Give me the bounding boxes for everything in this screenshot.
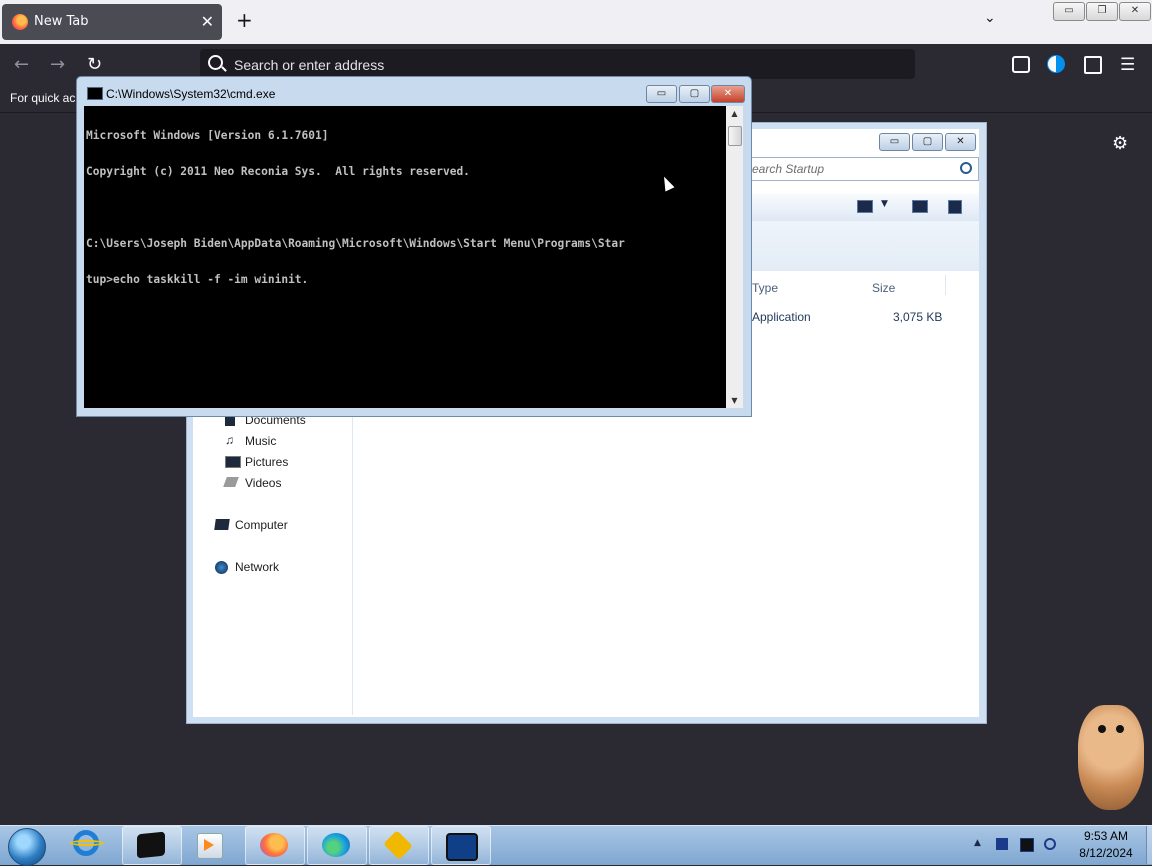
clock-time[interactable]: 9:53 AM [1066, 829, 1146, 843]
bookmarks-hint: For quick ac [10, 91, 76, 105]
console-line: Microsoft Windows [Version 6.1.7601] [86, 129, 329, 142]
scroll-down-button[interactable]: ▼ [726, 396, 743, 405]
mascot-eye [1098, 725, 1106, 733]
pocket-icon[interactable] [1012, 56, 1030, 73]
nav-pane-divider[interactable] [352, 413, 353, 715]
taskbar-edge[interactable] [307, 826, 367, 865]
taskbar-cmd-console[interactable] [122, 826, 182, 865]
forward-button[interactable]: → [50, 54, 65, 75]
scroll-thumb[interactable] [728, 126, 742, 146]
view-options-icon[interactable] [857, 200, 873, 213]
cmd-titlebar[interactable]: C:\Windows\System32\cmd.exe ▭ ▢ ✕ [77, 77, 751, 105]
explorer-search-placeholder: earch Startup [752, 162, 825, 176]
tray-app-icon[interactable] [996, 838, 1008, 850]
taskbar-explorer[interactable] [431, 826, 491, 865]
cmd-close-button[interactable]: ✕ [711, 85, 745, 103]
explorer-minimize-button[interactable]: ▭ [879, 133, 910, 151]
tab-new-tab[interactable]: New Tab ✕ [2, 4, 222, 40]
edge-tray-icon[interactable] [1044, 838, 1056, 850]
pictures-icon [225, 456, 241, 468]
nav-item-computer[interactable]: Computer [214, 518, 288, 532]
file-type-cell[interactable]: Application [752, 310, 811, 324]
network-icon[interactable] [1020, 838, 1034, 852]
browser-minimize-button[interactable]: ▭ [1053, 2, 1085, 21]
network-icon [215, 561, 228, 574]
back-button[interactable]: ← [14, 54, 29, 75]
column-header-size[interactable]: Size [872, 281, 895, 295]
taskbar-firefox[interactable] [245, 826, 305, 865]
browser-restore-button[interactable]: ❐ [1086, 2, 1118, 21]
tab-title: New Tab [34, 14, 89, 29]
explorer-maximize-button[interactable]: ▢ [912, 133, 943, 151]
hamster-mascot [1078, 705, 1144, 810]
show-hidden-icons-button[interactable]: ▲ [974, 838, 981, 848]
computer-icon [214, 519, 230, 530]
column-divider[interactable] [945, 275, 946, 295]
cmd-minimize-button[interactable]: ▭ [646, 85, 677, 103]
menu-button[interactable]: ☰ [1120, 55, 1135, 75]
cmd-maximize-button[interactable]: ▢ [679, 85, 710, 103]
cmd-scrollbar[interactable]: ▲ ▼ [726, 106, 743, 408]
taskbar-app-yellow[interactable] [369, 826, 429, 865]
firefox-icon [12, 14, 28, 30]
nav-item-pictures[interactable]: Pictures [225, 455, 288, 469]
nav-item-videos[interactable]: Videos [223, 476, 281, 490]
show-desktop-button[interactable] [1146, 826, 1152, 864]
internet-explorer-icon[interactable] [70, 828, 106, 860]
gear-icon[interactable]: ⚙ [1112, 133, 1128, 154]
address-bar[interactable]: Search or enter address [200, 49, 915, 79]
column-header-type[interactable]: Type [752, 281, 778, 295]
reload-button[interactable]: ↻ [87, 54, 102, 75]
console-line: Copyright (c) 2011 Neo Reconia Sys. All … [86, 165, 470, 178]
preview-pane-icon[interactable] [912, 200, 928, 213]
extensions-icon[interactable] [1084, 56, 1102, 74]
start-button[interactable] [8, 828, 46, 866]
scroll-up-button[interactable]: ▲ [726, 109, 743, 118]
file-size-cell[interactable]: 3,075 KB [893, 310, 942, 324]
address-placeholder: Search or enter address [234, 57, 385, 73]
explorer-close-button[interactable]: ✕ [945, 133, 976, 151]
console-line: tup>echo taskkill -f -im wininit. [86, 273, 309, 286]
explorer-header-band [747, 221, 979, 271]
search-icon [208, 55, 223, 70]
nav-item-music[interactable]: ♫ Music [225, 433, 276, 448]
nav-item-network[interactable]: Network [215, 560, 279, 574]
list-all-tabs-button[interactable]: ⌄ [984, 10, 996, 26]
media-player-icon[interactable] [195, 831, 225, 859]
cmd-icon [87, 87, 103, 100]
music-icon: ♫ [225, 433, 234, 447]
console-line: ​ [84, 202, 726, 214]
browser-close-button[interactable]: ✕ [1119, 2, 1151, 21]
explorer-command-bar: ▼ [747, 193, 979, 221]
new-tab-button[interactable]: + [236, 10, 253, 30]
console-line: C:\Users\Joseph Biden\AppData\Roaming\Mi… [86, 237, 625, 250]
view-dropdown-icon[interactable]: ▼ [881, 199, 888, 209]
explorer-search-input[interactable]: earch Startup [747, 157, 979, 181]
mascot-eye [1116, 725, 1124, 733]
search-icon [960, 162, 972, 174]
help-icon[interactable] [948, 200, 962, 214]
tab-close-button[interactable]: ✕ [201, 12, 214, 31]
account-icon[interactable] [1047, 55, 1065, 73]
console-output[interactable]: Microsoft Windows [Version 6.1.7601] Cop… [84, 106, 726, 408]
clock-date[interactable]: 8/12/2024 [1066, 846, 1146, 860]
cmd-window: C:\Windows\System32\cmd.exe ▭ ▢ ✕ Micros… [76, 76, 752, 417]
cmd-title: C:\Windows\System32\cmd.exe [106, 87, 276, 101]
